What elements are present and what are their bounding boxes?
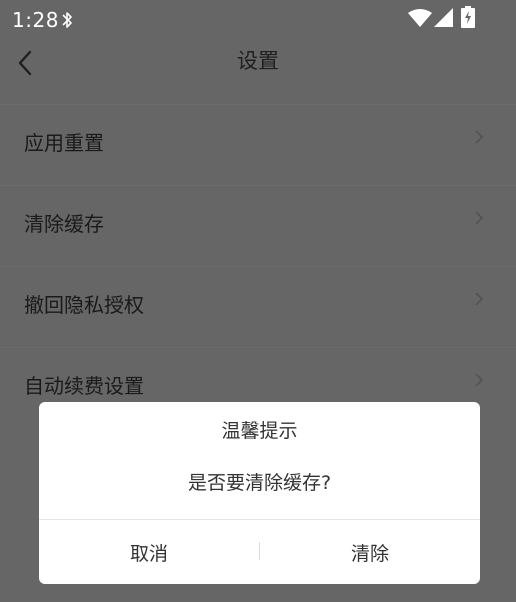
page-title: 设置: [237, 49, 279, 73]
cancel-button[interactable]: 取消: [39, 520, 259, 584]
chevron-right-icon: [475, 211, 483, 225]
settings-item-label: 应用重置: [24, 130, 104, 155]
settings-item-label: 自动续费设置: [24, 373, 144, 398]
chevron-right-icon: [475, 292, 483, 306]
settings-item-clear-cache[interactable]: 清除缓存: [0, 185, 516, 258]
signal-icon: [434, 8, 453, 27]
settings-list: 应用重置 清除缓存 撤回隐私授权 自动续费设置: [0, 104, 516, 428]
chevron-right-icon: [475, 373, 483, 387]
clear-cache-dialog: 温馨提示 是否要清除缓存? 取消 清除: [39, 402, 480, 584]
settings-item-app-reset[interactable]: 应用重置: [0, 104, 516, 177]
settings-item-revoke-privacy[interactable]: 撤回隐私授权: [0, 266, 516, 339]
app-bar: 设置: [0, 38, 516, 96]
clear-button[interactable]: 清除: [260, 520, 480, 584]
status-bar: 1:28: [0, 0, 516, 38]
status-time: 1:28: [12, 8, 59, 32]
settings-screen: 1:28 设置 应用重置 清除缓存 撤回隐私授权 自动续费设置 温馨提示 是否要…: [0, 0, 516, 602]
settings-item-label: 撤回隐私授权: [24, 292, 144, 317]
wifi-icon: [408, 9, 432, 27]
dialog-message: 是否要清除缓存?: [187, 472, 332, 494]
bluetooth-icon: [62, 12, 72, 28]
dialog-title: 温馨提示: [221, 420, 298, 442]
chevron-right-icon: [475, 130, 483, 144]
settings-item-label: 清除缓存: [24, 211, 104, 236]
battery-charging-icon: [461, 6, 475, 28]
